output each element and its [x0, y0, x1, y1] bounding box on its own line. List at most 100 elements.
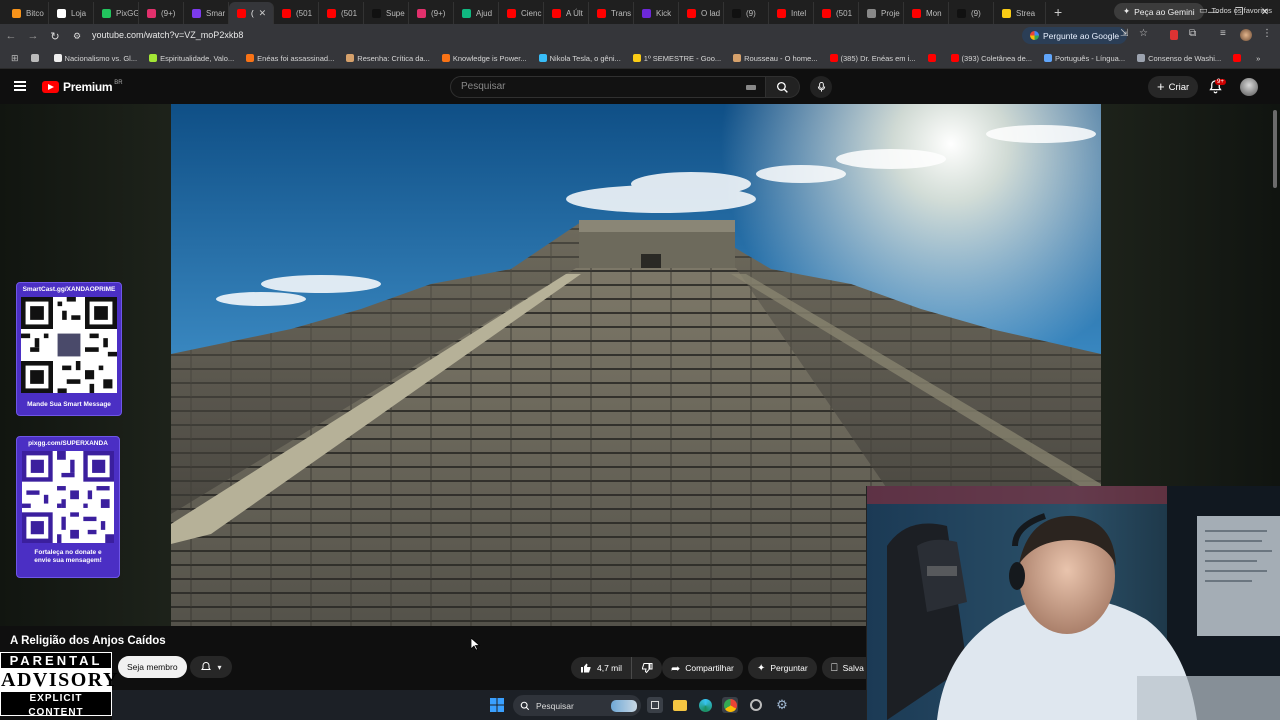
tab-label: Supe: [386, 8, 405, 18]
page-scrollbar[interactable]: [1273, 110, 1277, 188]
browser-tab[interactable]: (9): [724, 2, 769, 24]
bookmark-favicon-icon: [53, 54, 62, 62]
media-controls-icon[interactable]: ≡: [1220, 28, 1226, 39]
bookmark-label: Consenso de Washi...: [1148, 53, 1222, 63]
youtube-premium-logo[interactable]: Premium BR: [42, 80, 123, 94]
tab-favicon-icon: [777, 8, 786, 18]
search-input[interactable]: [461, 81, 731, 92]
like-dislike-group: 4,7 mil: [571, 657, 663, 679]
task-view-icon[interactable]: [647, 697, 663, 713]
bookmark-item[interactable]: Espiritualidade, Valo...: [144, 54, 239, 63]
bookmark-label: Português - Língua...: [1055, 53, 1126, 63]
bookmark-item[interactable]: [1228, 54, 1249, 62]
url-field[interactable]: youtube.com/watch?v=VZ_moP2xkb8: [92, 30, 243, 40]
bookmark-item[interactable]: (385) Dr. Enéas em i...: [825, 54, 921, 63]
tab-label: O lad: [701, 8, 721, 18]
bookmark-item[interactable]: Rousseau - O home...: [728, 54, 822, 63]
browser-tab[interactable]: (9+): [409, 2, 454, 24]
close-tab-icon[interactable]: ✕: [259, 8, 267, 19]
browser-tab[interactable]: Kick: [634, 2, 679, 24]
browser-tab[interactable]: Proje: [859, 2, 904, 24]
address-bar: ← → ↻ ⚙ youtube.com/watch?v=VZ_moP2xkb8 …: [0, 24, 1280, 48]
browser-tab[interactable]: O lad: [679, 2, 724, 24]
taskbar-search[interactable]: Pesquisar: [513, 695, 641, 716]
bookmark-item[interactable]: Knowledge is Power...: [437, 54, 532, 63]
all-bookmarks-folder[interactable]: ▭ Todos os favoritos: [1199, 5, 1272, 16]
region-code: BR: [114, 80, 123, 86]
bookmark-item[interactable]: 1º SEMESTRE - Goo...: [628, 54, 726, 63]
dislike-button[interactable]: [632, 657, 662, 679]
tab-favicon-icon: [552, 8, 561, 18]
keyboard-icon[interactable]: [746, 85, 756, 90]
browser-tab[interactable]: Loja: [49, 2, 94, 24]
all-bookmarks-label: Todos os favoritos: [1211, 6, 1272, 15]
browser-tab[interactable]: Smar: [184, 2, 229, 24]
edge-browser-icon[interactable]: [697, 697, 713, 713]
browser-tab[interactable]: Bitco: [4, 2, 49, 24]
back-icon[interactable]: ←: [0, 30, 22, 42]
tab-label: (501: [296, 8, 313, 18]
menu-icon[interactable]: [14, 81, 26, 91]
bookmark-item[interactable]: (393) Coletânea de...: [946, 54, 1037, 63]
bookmark-item[interactable]: Português - Língua...: [1039, 54, 1130, 63]
browser-tab[interactable]: (9+): [139, 2, 184, 24]
account-avatar[interactable]: [1240, 78, 1258, 96]
browser-tab[interactable]: Strea: [994, 2, 1046, 24]
browser-tab[interactable]: Ajud: [454, 2, 499, 24]
ask-ai-button[interactable]: ✦ Perguntar: [748, 657, 817, 679]
join-membership-button[interactable]: Seja membro: [118, 656, 187, 678]
windows-start-icon[interactable]: [489, 697, 505, 713]
bookmark-item[interactable]: Nikola Tesla, o gêni...: [534, 54, 626, 63]
browser-tab[interactable]: Mon: [904, 2, 949, 24]
subscription-notifications-button[interactable]: ▾: [190, 656, 232, 678]
bookmark-label: Nacionalismo vs. Gl...: [64, 53, 138, 63]
browser-tab[interactable]: (501: [814, 2, 859, 24]
browser-tab[interactable]: PixGG: [94, 2, 139, 24]
browser-tab[interactable]: (501: [274, 2, 319, 24]
install-app-icon[interactable]: ⇲: [1120, 28, 1128, 39]
bookmark-item[interactable]: Nacionalismo vs. Gl...: [49, 54, 143, 63]
browser-tab[interactable]: Trans: [589, 2, 634, 24]
video-title: A Religião dos Anjos Caídos: [10, 635, 166, 647]
bookmark-item[interactable]: Resenha: Crítica da...: [341, 54, 435, 63]
bookmark-item[interactable]: [923, 54, 944, 62]
app-icon[interactable]: [748, 697, 764, 713]
new-tab-button[interactable]: +: [1046, 4, 1070, 20]
create-button[interactable]: + Criar: [1148, 76, 1199, 98]
ask-google-button[interactable]: Pergunte ao Google: [1022, 27, 1128, 44]
search-button[interactable]: [766, 76, 800, 98]
like-button[interactable]: 4,7 mil: [571, 657, 633, 679]
site-info-icon[interactable]: ⚙: [66, 31, 88, 42]
browser-tab[interactable]: Intel: [769, 2, 814, 24]
ask-gemini-button[interactable]: ✦ Peça ao Gemini: [1114, 3, 1204, 20]
browser-tab[interactable]: A Últ: [544, 2, 589, 24]
reload-icon[interactable]: ↻: [44, 30, 66, 43]
bookmark-item[interactable]: Consenso de Washi...: [1132, 54, 1226, 63]
browser-tab[interactable]: (9): [949, 2, 994, 24]
more-bookmarks-icon[interactable]: »: [1251, 54, 1265, 63]
tab-label: (501: [836, 8, 853, 18]
bookmarks-bar: ⊞ Nacionalismo vs. Gl... Espiritualidade,…: [0, 48, 1280, 69]
bookmark-favicon-icon: [632, 54, 641, 62]
bookmark-star-icon[interactable]: ☆: [1139, 28, 1148, 39]
forward-icon[interactable]: →: [22, 30, 44, 42]
file-explorer-icon[interactable]: [672, 697, 688, 713]
share-button[interactable]: ➦ Compartilhar: [662, 657, 743, 679]
chrome-browser-icon[interactable]: [722, 697, 738, 713]
tab-label: (9): [746, 8, 756, 18]
voice-search-button[interactable]: [810, 76, 832, 98]
browser-tab[interactable]: (501: [319, 2, 364, 24]
bookmark-item[interactable]: [26, 54, 47, 62]
extensions-puzzle-icon[interactable]: ⧉: [1189, 28, 1196, 39]
browser-tab[interactable]: Supe: [364, 2, 409, 24]
extension-icon[interactable]: [1170, 30, 1178, 40]
apps-grid-icon[interactable]: ⊞: [6, 53, 24, 64]
browser-tab[interactable]: (✕: [229, 2, 274, 24]
video-info-bar: A Religião dos Anjos Caídos Seja membro …: [0, 626, 873, 684]
browser-tab[interactable]: Cienc: [499, 2, 544, 24]
settings-gear-icon[interactable]: ⚙: [774, 697, 790, 713]
profile-avatar-icon[interactable]: [1240, 29, 1252, 41]
tab-favicon-icon: [732, 8, 741, 18]
bookmark-item[interactable]: Enéas foi assassinad...: [241, 54, 339, 63]
browser-menu-icon[interactable]: ⋮: [1262, 28, 1272, 39]
